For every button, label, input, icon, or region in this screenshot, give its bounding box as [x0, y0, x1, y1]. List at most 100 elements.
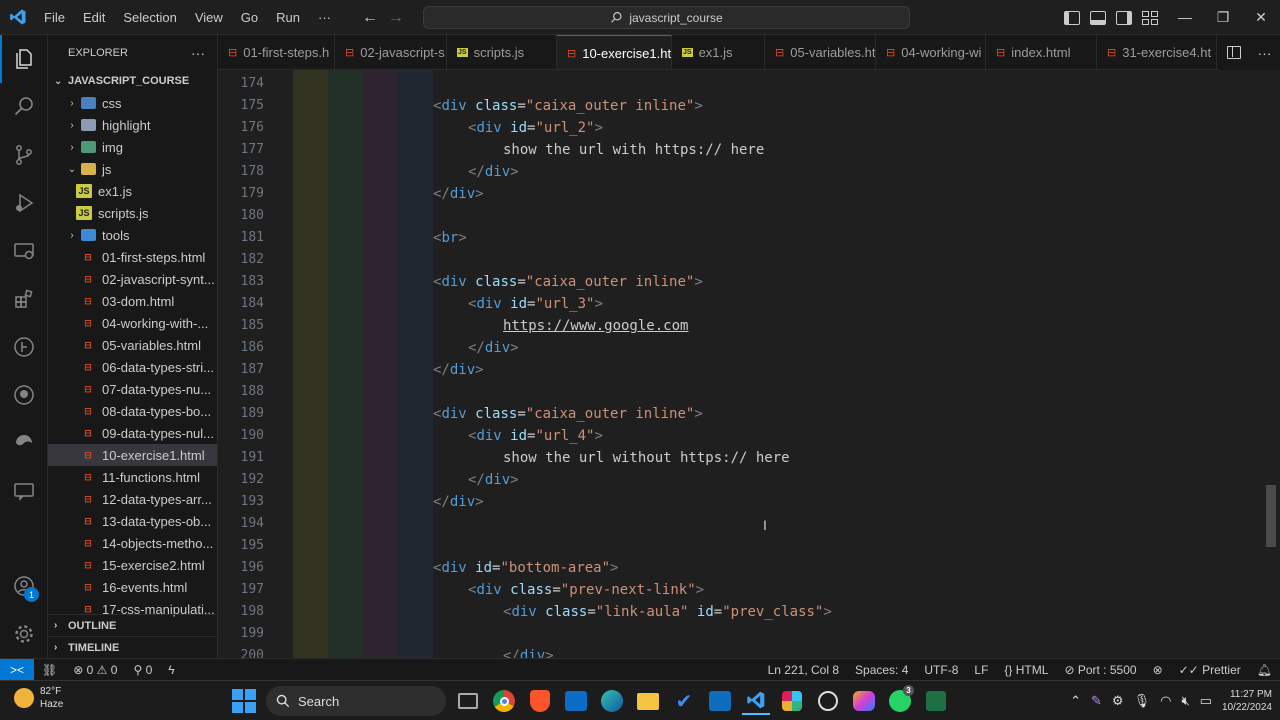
battery-icon[interactable]: ▭ — [1200, 693, 1212, 709]
more-actions-icon[interactable]: ··· — [1258, 45, 1272, 61]
file-item[interactable]: ⊟ 14-objects-metho... — [48, 532, 217, 554]
cursor-position[interactable]: Ln 221, Col 8 — [760, 663, 847, 677]
menu-item[interactable]: Selection — [114, 0, 185, 35]
editor-tab[interactable]: JS ex1.js — [672, 35, 765, 69]
back-arrow-icon[interactable]: ← — [362, 9, 378, 27]
folder-item[interactable]: ⌄ js — [48, 158, 217, 180]
excel-icon[interactable] — [922, 687, 950, 715]
more-actions-icon[interactable]: ··· — [191, 45, 205, 61]
copilot-app-icon[interactable] — [850, 687, 878, 715]
workspace-root[interactable]: ⌄ JAVASCRIPT_COURSE — [48, 70, 217, 92]
folder-item[interactable]: › img — [48, 136, 217, 158]
settings-sliders-icon[interactable]: ⚙ — [1112, 693, 1124, 709]
menu-item[interactable]: File — [35, 0, 74, 35]
file-item[interactable]: ⊟ 12-data-types-arr... — [48, 488, 217, 510]
todo-check-icon[interactable]: ✔ — [670, 687, 698, 715]
minimize-button[interactable]: — — [1166, 0, 1204, 35]
task-view-icon[interactable] — [458, 693, 478, 709]
edge-icon[interactable] — [598, 687, 626, 715]
outline-section[interactable]: › OUTLINE — [48, 614, 217, 636]
editor-tab[interactable]: ⊟ 02-javascript-s — [335, 35, 447, 69]
chrome-icon[interactable] — [490, 687, 518, 715]
wifi-icon[interactable]: ◠ — [1160, 693, 1171, 709]
code-editor[interactable]: 174 175 176 177 178 179 180 181 182 183 184 185 186 1… — [218, 70, 1280, 658]
file-item[interactable]: ⊟ 03-dom.html — [48, 290, 217, 312]
windows-start-icon[interactable] — [230, 687, 258, 715]
forward-arrow-icon[interactable]: → — [388, 9, 404, 27]
file-item[interactable]: ⊟ 01-first-steps.html — [48, 246, 217, 268]
menu-item[interactable]: ··· — [309, 0, 340, 35]
slack-icon[interactable] — [778, 687, 806, 715]
extensions-icon[interactable] — [0, 275, 48, 323]
menu-item[interactable]: View — [186, 0, 232, 35]
github-desktop-icon[interactable] — [814, 687, 842, 715]
source-control-icon[interactable] — [0, 131, 48, 179]
accounts-icon[interactable]: 1 — [0, 562, 48, 610]
file-explorer-icon[interactable] — [634, 687, 662, 715]
microphone-icon[interactable]: 🎙︎ — [1134, 693, 1151, 709]
remote-explorer-icon[interactable] — [0, 227, 48, 275]
editor-tab[interactable]: ⊟ 05-variables.ht — [765, 35, 876, 69]
run-debug-icon[interactable] — [0, 179, 48, 227]
comments-icon[interactable] — [0, 467, 48, 515]
github-icon[interactable] — [0, 371, 48, 419]
file-item[interactable]: ⊟ 05-variables.html — [48, 334, 217, 356]
lightning-icon[interactable]: ϟ — [160, 663, 182, 677]
file-item[interactable]: ⊟ 09-data-types-nul... — [48, 422, 217, 444]
file-item[interactable]: ⊟ 08-data-types-bo... — [48, 400, 217, 422]
file-item[interactable]: ⊟ 07-data-types-nu... — [48, 378, 217, 400]
timeline-section[interactable]: › TIMELINE — [48, 636, 217, 658]
toggle-secondary-sidebar-icon[interactable] — [1116, 10, 1132, 25]
encoding[interactable]: UTF-8 — [916, 663, 966, 677]
explorer-icon[interactable] — [0, 35, 48, 83]
file-item[interactable]: ⊟ 02-javascript-synt... — [48, 268, 217, 290]
editor-tab[interactable]: ⊟ 10-exercise1.ht — [557, 35, 672, 69]
live-share-icon[interactable] — [0, 419, 48, 467]
command-center-search[interactable]: javascript_course — [423, 6, 910, 29]
editor-tab[interactable]: ⊟ 01-first-steps.h — [218, 35, 335, 69]
customize-layout-icon[interactable] — [1142, 10, 1158, 25]
taskbar-clock[interactable]: 11:27 PM 10/22/2024 — [1222, 688, 1272, 714]
menu-item[interactable]: Go — [232, 0, 267, 35]
code-area[interactable]: <div class="caixa_outer inline"> <div id=… — [293, 70, 1263, 658]
outlook-icon[interactable] — [706, 687, 734, 715]
folder-item[interactable]: › highlight — [48, 114, 217, 136]
file-item[interactable]: JS ex1.js — [48, 180, 217, 202]
indentation[interactable]: Spaces: 4 — [847, 663, 916, 677]
pen-icon[interactable]: ✎ — [1091, 693, 1102, 709]
split-editor-icon[interactable] — [1226, 46, 1241, 59]
chevron-up-icon[interactable]: ⌃ — [1070, 693, 1081, 709]
weather-widget[interactable]: 82°F Haze — [14, 685, 63, 711]
file-item[interactable]: JS scripts.js — [48, 202, 217, 224]
microsoft-store-icon[interactable] — [562, 687, 590, 715]
vertical-scrollbar-thumb[interactable] — [1266, 485, 1276, 547]
menu-item[interactable]: Edit — [74, 0, 114, 35]
editor-tab[interactable]: ⊟ index.html — [986, 35, 1097, 69]
search-view-icon[interactable] — [0, 83, 48, 131]
file-item[interactable]: ⊟ 06-data-types-stri... — [48, 356, 217, 378]
file-item[interactable]: ⊟ 04-working-with-... — [48, 312, 217, 334]
end-of-line[interactable]: LF — [966, 663, 996, 677]
editor-tab[interactable]: ⊟ 31-exercise4.ht — [1097, 35, 1217, 69]
gitlens-icon[interactable] — [0, 323, 48, 371]
folder-item[interactable]: › css — [48, 92, 217, 114]
file-item[interactable]: ⊟ 13-data-types-ob... — [48, 510, 217, 532]
vscode-taskbar-icon[interactable] — [742, 687, 770, 715]
notifications-bell-icon[interactable]: 🔔︎ — [1249, 663, 1280, 677]
branch-icon[interactable]: ⛓ — [34, 663, 65, 677]
remote-indicator-icon[interactable]: >< — [0, 658, 34, 681]
problems-indicator[interactable]: ⊗ 0 ⚠ 0 — [65, 663, 125, 677]
whatsapp-icon[interactable]: 3 — [886, 685, 914, 715]
brave-icon[interactable] — [526, 687, 554, 715]
taskbar-search[interactable]: Search — [266, 686, 446, 716]
prettier-status[interactable]: ✓✓ Prettier — [1171, 663, 1249, 677]
toggle-panel-icon[interactable] — [1090, 10, 1106, 25]
restore-button[interactable]: ❐ — [1204, 0, 1242, 35]
file-item[interactable]: ⊟ 15-exercise2.html — [48, 554, 217, 576]
manage-gear-icon[interactable] — [0, 610, 48, 658]
close-window-button[interactable]: ✕ — [1242, 0, 1280, 35]
menu-item[interactable]: Run — [267, 0, 309, 35]
editor-tab[interactable]: ⊟ 04-working-wi — [876, 35, 986, 69]
file-item[interactable]: ⊟ 16-events.html — [48, 576, 217, 598]
folder-item[interactable]: › tools — [48, 224, 217, 246]
